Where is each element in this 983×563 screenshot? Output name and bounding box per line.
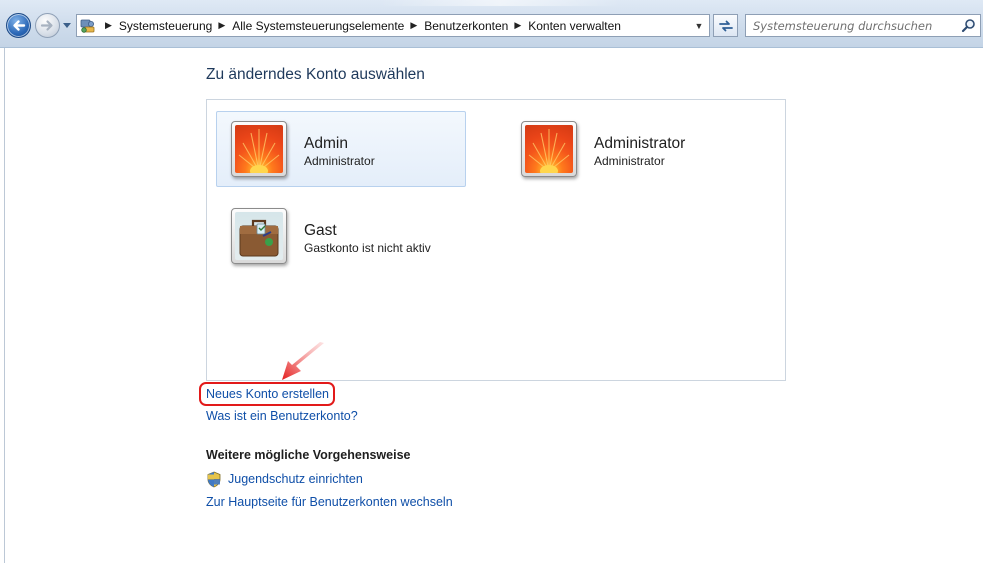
chevron-down-icon[interactable] — [62, 22, 72, 29]
breadcrumb-item-konten-verwalten[interactable]: Konten verwalten — [528, 19, 621, 33]
flower-petals-icon — [238, 129, 280, 173]
breadcrumb-separator-icon[interactable]: ▶ — [105, 20, 112, 31]
account-role: Gastkonto ist nicht aktiv — [304, 241, 431, 255]
parental-controls-link[interactable]: Jugendschutz einrichten — [228, 472, 363, 486]
address-dropdown-button[interactable]: ▼ — [692, 15, 706, 36]
breadcrumb-separator-icon[interactable]: ▶ — [410, 20, 417, 31]
page-title: Zu änderndes Konto auswählen — [206, 66, 425, 83]
back-arrow-icon — [13, 20, 26, 31]
address-bar[interactable]: ▶ Systemsteuerung ▶ Alle Systemsteuerung… — [76, 14, 710, 37]
control-panel-icon — [80, 19, 95, 33]
avatar — [521, 121, 577, 177]
breadcrumb-item-alle-elemente[interactable]: Alle Systemsteuerungselemente — [232, 19, 404, 33]
flower-petals-icon — [528, 129, 570, 173]
refresh-icon — [718, 20, 733, 31]
user-accounts-main-page-link[interactable]: Zur Hauptseite für Benutzerkonten wechse… — [206, 495, 453, 509]
forward-arrow-icon — [40, 20, 53, 31]
create-new-account-link[interactable]: Neues Konto erstellen — [206, 387, 329, 401]
account-name: Gast — [304, 222, 337, 239]
flower-avatar-icon — [235, 125, 283, 173]
avatar — [231, 121, 287, 177]
what-is-user-account-link[interactable]: Was ist ein Benutzerkonto? — [206, 409, 358, 423]
search-input[interactable] — [746, 15, 961, 36]
account-tile-admin[interactable]: Admin Administrator — [216, 111, 466, 187]
avatar — [231, 208, 287, 264]
account-tile-administrator[interactable]: Administrator Administrator — [506, 111, 756, 187]
breadcrumb-item-systemsteuerung[interactable]: Systemsteuerung — [119, 19, 212, 33]
account-role: Administrator — [304, 154, 375, 168]
search-icon[interactable] — [961, 18, 976, 33]
flower-avatar-icon — [525, 125, 573, 173]
breadcrumb-separator-icon[interactable]: ▶ — [218, 20, 225, 31]
titlebar-glow — [380, 0, 620, 6]
navigation-bar: ▶ Systemsteuerung ▶ Alle Systemsteuerung… — [0, 0, 983, 48]
account-name: Administrator — [594, 135, 686, 152]
suitcase-icon — [239, 219, 279, 257]
accounts-panel: Admin Administrator Administrator Admini… — [206, 99, 786, 381]
back-button[interactable] — [6, 13, 31, 38]
account-tile-gast[interactable]: Gast Gastkonto ist nicht aktiv — [216, 198, 466, 274]
suitcase-avatar-icon — [235, 212, 283, 260]
refresh-button[interactable] — [713, 14, 738, 37]
forward-button[interactable] — [35, 13, 60, 38]
account-role: Administrator — [594, 154, 665, 168]
breadcrumb-item-benutzerkonten[interactable]: Benutzerkonten — [424, 19, 508, 33]
breadcrumb-separator-icon[interactable]: ▶ — [514, 20, 521, 31]
account-name: Admin — [304, 135, 348, 152]
breadcrumb: ▶ Systemsteuerung ▶ Alle Systemsteuerung… — [99, 15, 621, 36]
shield-icon — [207, 471, 221, 488]
red-arrow-annotation-icon — [282, 342, 324, 380]
search-box[interactable] — [745, 14, 981, 37]
more-actions-heading: Weitere mögliche Vorgehensweise — [206, 448, 411, 462]
